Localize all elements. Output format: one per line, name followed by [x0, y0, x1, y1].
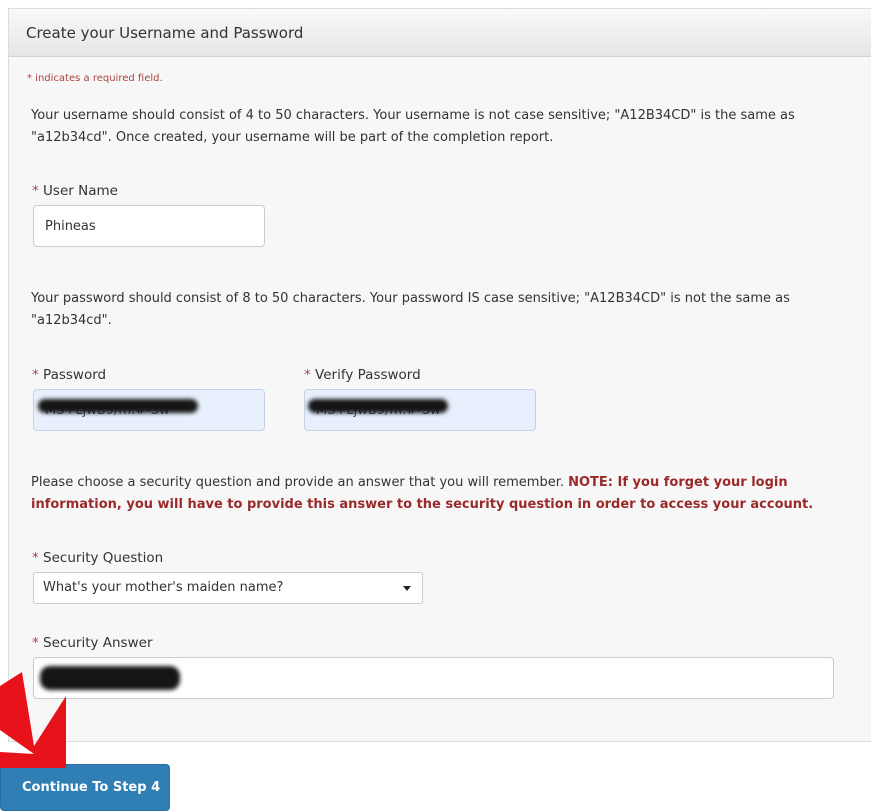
- required-star: *: [32, 367, 39, 383]
- verify-password-label-text: Verify Password: [310, 367, 421, 383]
- required-star: *: [32, 550, 39, 566]
- username-label: * User Name: [32, 183, 118, 199]
- required-star: *: [32, 635, 39, 651]
- verify-password-label: * Verify Password: [304, 367, 421, 383]
- caret-down-icon: [403, 586, 411, 591]
- security-answer-label: * Security Answer: [32, 635, 153, 651]
- security-question-select[interactable]: What's your mother's maiden name?: [33, 572, 423, 604]
- password-label: * Password: [32, 367, 106, 383]
- security-question-selected: What's your mother's maiden name?: [43, 580, 284, 595]
- password-help-text: Your password should consist of 8 to 50 …: [31, 291, 790, 328]
- required-note-text: indicates a required field.: [32, 73, 163, 84]
- security-question-label-text: Security Question: [38, 550, 164, 566]
- redaction-mark: [38, 399, 198, 413]
- username-input[interactable]: [33, 205, 265, 247]
- redaction-mark: [308, 399, 448, 413]
- security-question-label: * Security Question: [32, 550, 163, 566]
- annotation-arrow-icon: [0, 672, 66, 768]
- required-star: *: [32, 183, 39, 199]
- security-help-intro: Please choose a security question and pr…: [31, 475, 569, 490]
- security-help-text: Please choose a security question and pr…: [31, 472, 846, 516]
- panel-title: Create your Username and Password: [9, 9, 871, 57]
- required-field-note: * indicates a required field.: [27, 73, 163, 84]
- security-answer-label-text: Security Answer: [38, 635, 153, 651]
- username-help-text: Your username should consist of 4 to 50 …: [31, 108, 795, 145]
- password-label-text: Password: [38, 367, 107, 383]
- username-label-text: User Name: [38, 183, 118, 199]
- required-star: *: [304, 367, 311, 383]
